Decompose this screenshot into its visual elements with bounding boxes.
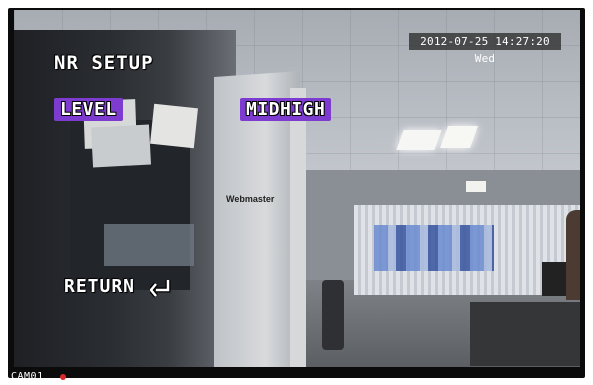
return-button[interactable]: RETURN [64, 276, 135, 297]
timestamp: 2012-07-25 14:27:20 Wed [409, 33, 561, 65]
ceiling-light [396, 130, 442, 150]
office-chair [322, 280, 344, 350]
level-label[interactable]: LEVEL [54, 98, 123, 121]
office-window [104, 224, 194, 266]
menu-title: NR SETUP [54, 52, 154, 74]
ceiling-light [466, 181, 486, 192]
person [566, 210, 580, 300]
webmaster-sign: Webmaster [226, 194, 275, 204]
camera-label: CAM01 [11, 371, 44, 382]
level-value-selector[interactable]: MIDHIGH [240, 98, 332, 121]
door-edge [290, 88, 306, 367]
pixelated-area [374, 225, 494, 271]
record-indicator-icon [60, 374, 66, 380]
notice-board [150, 103, 198, 149]
desk [470, 302, 580, 366]
notice-board [90, 124, 152, 168]
return-arrow-icon[interactable] [150, 278, 172, 298]
